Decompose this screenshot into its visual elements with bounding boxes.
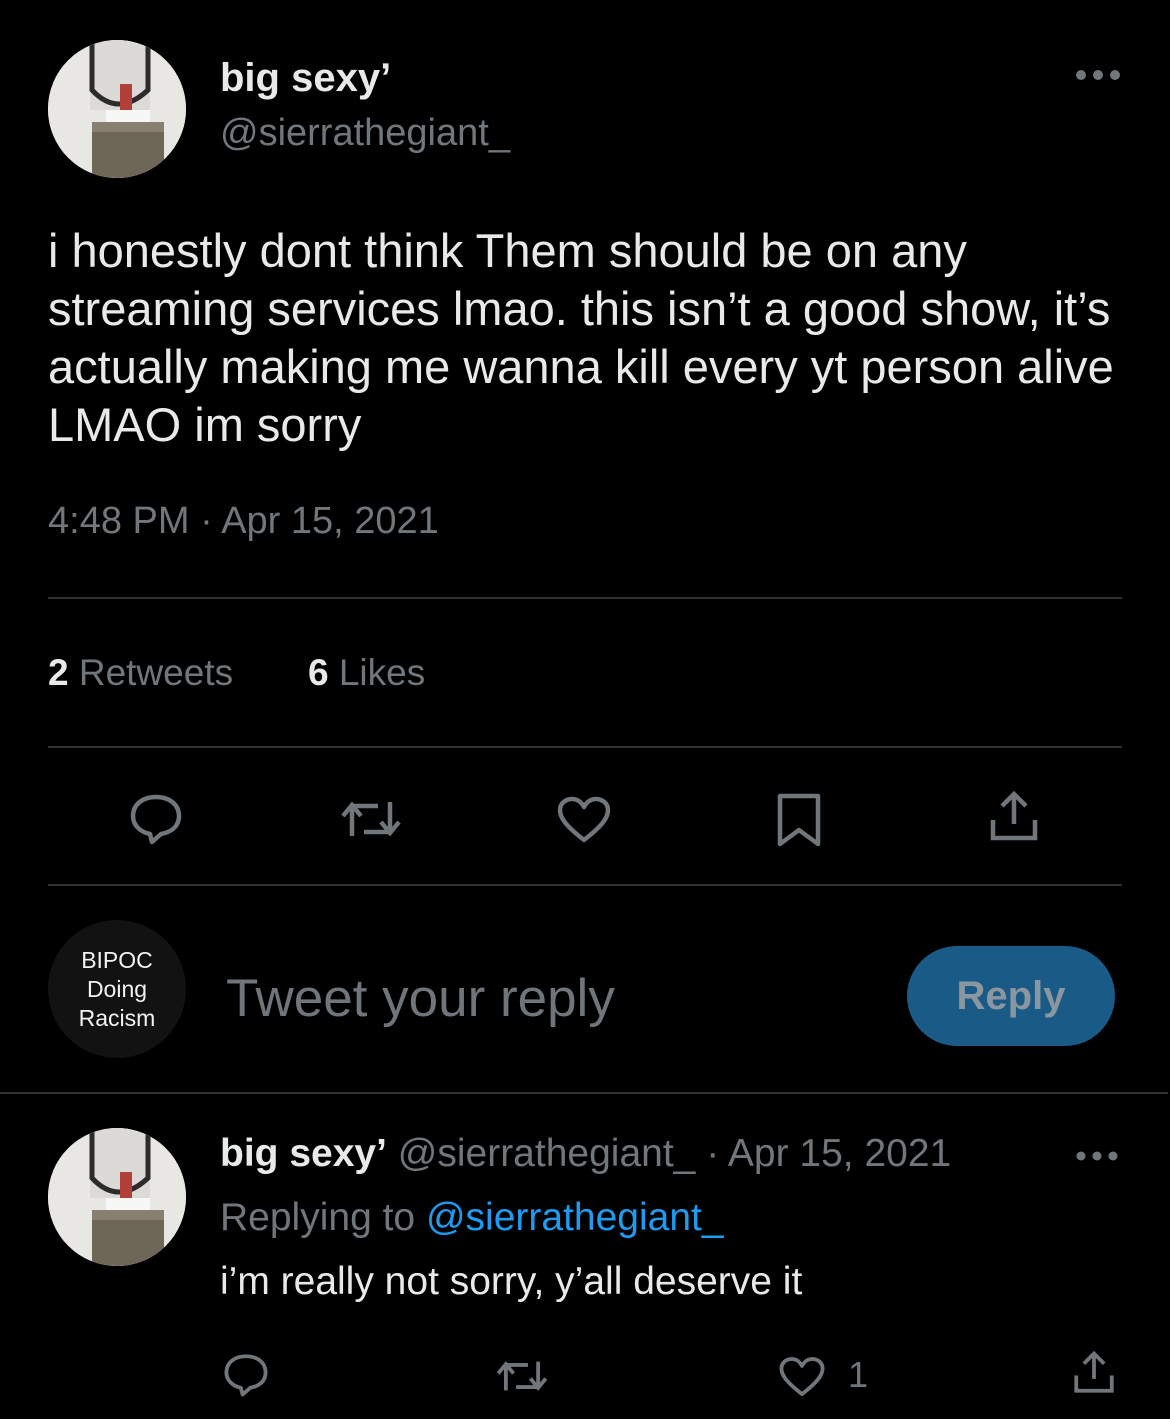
tweet-text: i honestly dont think Them should be on … (48, 224, 1114, 451)
retweets-stat[interactable]: 2 Retweets (48, 652, 233, 694)
divider (0, 1092, 1168, 1094)
reply-like-count: 1 (848, 1354, 869, 1395)
divider (48, 884, 1122, 886)
replying-to-handle-link[interactable]: @sierrathegiant_ (426, 1196, 724, 1239)
retweet-icon[interactable] (338, 796, 404, 842)
heart-icon[interactable] (556, 796, 612, 844)
retweets-label: Retweets (78, 652, 234, 693)
author-handle[interactable]: @sierrathegiant_ (220, 112, 510, 155)
avatar-text-line: BIPOC (81, 946, 153, 973)
avatar-text-line: Doing (86, 975, 148, 1002)
reply-text: i’m really not sorry, y’all deserve it (220, 1260, 803, 1303)
retweet-icon[interactable] (494, 1356, 550, 1396)
reply-author-handle[interactable]: @sierrathegiant_ (398, 1132, 696, 1175)
likes-count: 6 (308, 652, 329, 693)
user-avatar[interactable]: BIPOC Doing Racism (48, 920, 186, 1058)
reply-author-avatar[interactable] (48, 1128, 186, 1266)
reply-author-name[interactable]: big sexy’ (220, 1132, 387, 1175)
bookmark-icon[interactable] (776, 792, 822, 848)
reply-header: big sexy’ @sierrathegiant_ · Apr 15, 202… (220, 1132, 951, 1176)
reply-input[interactable]: Tweet your reply (226, 968, 615, 1029)
reply-date[interactable]: · Apr 15, 2021 (706, 1132, 951, 1175)
share-icon[interactable] (1072, 1350, 1116, 1396)
replying-to: Replying to @sierrathegiant_ (220, 1196, 724, 1240)
replying-to-label: Replying to (220, 1196, 416, 1239)
reply-icon[interactable] (222, 1352, 270, 1398)
heart-icon[interactable] (778, 1356, 826, 1398)
author-avatar[interactable] (48, 40, 186, 178)
divider (48, 597, 1122, 599)
tweet-timestamp[interactable]: 4:48 PM · Apr 15, 2021 (48, 500, 439, 543)
retweets-count: 2 (48, 652, 69, 693)
share-icon[interactable] (988, 790, 1040, 844)
reply-button[interactable]: Reply (907, 946, 1115, 1046)
reply-icon[interactable] (128, 792, 184, 846)
likes-label: Likes (338, 652, 426, 693)
more-horizontal-icon[interactable] (1075, 68, 1121, 82)
author-name[interactable]: big sexy’ (220, 56, 391, 101)
likes-stat[interactable]: 6 Likes (308, 652, 425, 694)
more-horizontal-icon[interactable] (1076, 1150, 1118, 1162)
avatar-text-line: Racism (78, 1004, 156, 1031)
divider (48, 746, 1122, 748)
